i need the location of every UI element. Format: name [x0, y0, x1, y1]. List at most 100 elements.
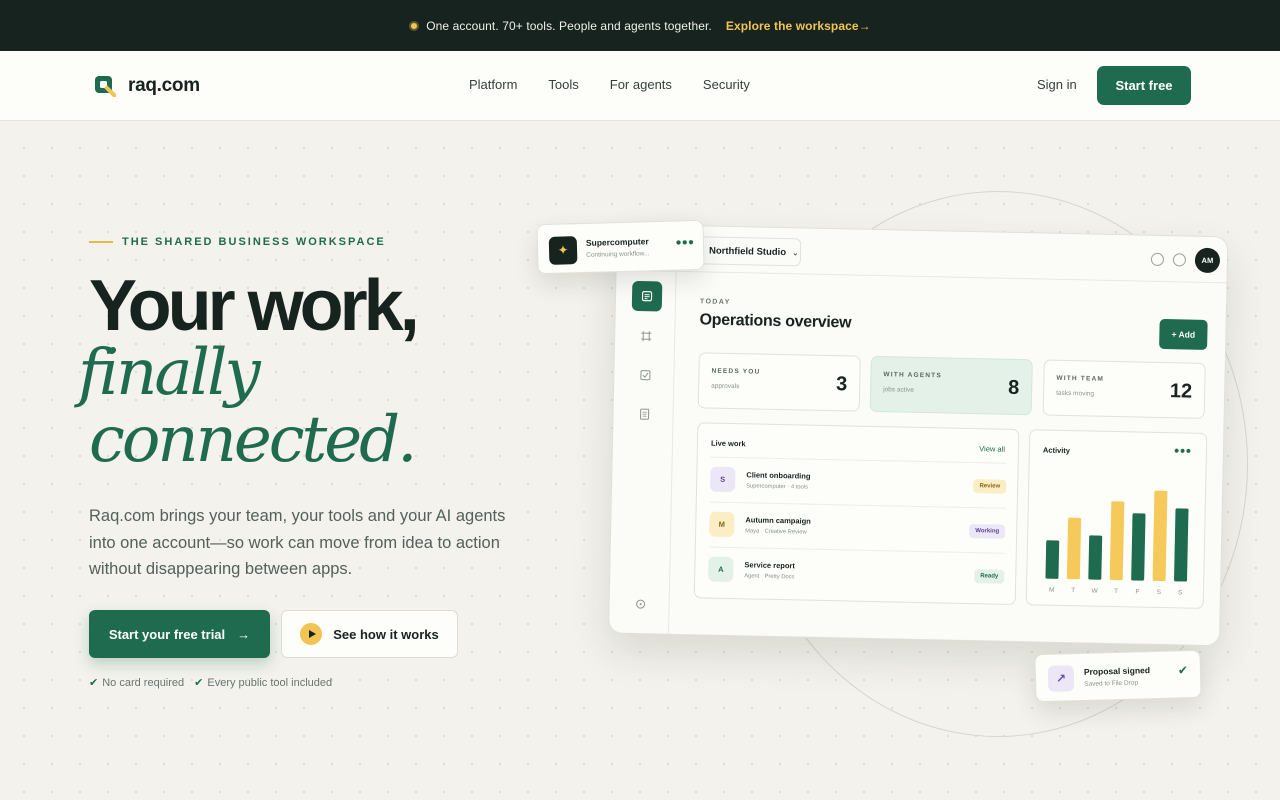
more-icon[interactable]: •••: [1174, 442, 1192, 458]
stat-label: WITH AGENTS: [883, 371, 942, 380]
raq-logo-icon: [95, 76, 116, 97]
nav-links: Platform Tools For agents Security: [469, 77, 750, 92]
sign-in-link[interactable]: Sign in: [1037, 77, 1077, 92]
live-work-panel: Live work View all S Client onboarding S…: [693, 422, 1020, 605]
nav-link-platform[interactable]: Platform: [469, 77, 517, 92]
stat-sub: approvals: [711, 382, 740, 391]
supercomputer-title: Supercomputer: [585, 236, 649, 248]
item-sub: Supercomputer · 4 tools: [746, 483, 809, 491]
stat-card-with-team[interactable]: WITH TEAM tasks moving 12: [1042, 359, 1206, 419]
stat-sub: jobs active: [883, 386, 914, 394]
item-title: Client onboarding: [746, 470, 811, 481]
mockup-title: Operations overview: [699, 311, 852, 332]
status-badge: Ready: [974, 569, 1005, 584]
hero-eyebrow: THE SHARED BUSINESS WORKSPACE: [89, 236, 386, 248]
chart-bar: [1174, 508, 1189, 582]
announcement-bar: One account. 70+ tools. People and agent…: [0, 0, 1280, 51]
nav-link-for-agents[interactable]: For agents: [610, 77, 672, 92]
brand-link[interactable]: raq.com: [94, 75, 200, 97]
list-item[interactable]: M Autumn campaign Maya · Creative Review…: [708, 501, 1006, 553]
start-free-trial-button[interactable]: Start your free trial →: [89, 610, 270, 658]
stat-value: 8: [1007, 376, 1020, 400]
announcement-dot-icon: [409, 20, 420, 31]
explore-workspace-link[interactable]: Explore the workspace→: [726, 19, 871, 33]
proposal-sub: Saved to File Drop: [1084, 679, 1139, 688]
item-title: Autumn campaign: [745, 515, 811, 526]
nav-link-tools[interactable]: Tools: [548, 77, 578, 92]
hero-checks: ✔ No card required ✔ Every public tool inc…: [89, 676, 332, 689]
nav-link-security[interactable]: Security: [703, 77, 750, 92]
list-item[interactable]: A Service report Agent · Pretty Docs Rea…: [707, 546, 1005, 598]
status-badge: Review: [973, 479, 1007, 494]
check-icon: ✔: [1177, 663, 1189, 678]
see-how-it-works-button[interactable]: See how it works: [281, 610, 458, 658]
mockup-sidebar: [608, 270, 677, 636]
stat-sub: tasks moving: [1056, 389, 1095, 398]
announcement-text: One account. 70+ tools. People and agent…: [426, 18, 712, 33]
chart-bar: [1088, 535, 1103, 580]
item-sub: Agent · Pretty Docs: [744, 573, 795, 581]
item-initial: M: [709, 511, 735, 538]
add-button[interactable]: + Add: [1159, 318, 1208, 350]
dashboard-window: Northfield Studio ⌄ AM TODAY Operations …: [607, 223, 1229, 647]
supercomputer-card[interactable]: ✦ Supercomputer Continuing workflow... •…: [536, 219, 705, 275]
sidebar-settings-icon[interactable]: [625, 589, 656, 620]
chevron-down-icon: ⌄: [791, 247, 799, 257]
live-work-title: Live work: [710, 438, 746, 449]
check-item: ✔ No card required: [89, 677, 185, 689]
chart-bar: [1066, 517, 1082, 580]
avatar[interactable]: AM: [1194, 247, 1221, 274]
stat-value: 12: [1169, 380, 1193, 403]
chart-bar: [1109, 501, 1125, 581]
proposal-signed-card[interactable]: ↗ Proposal signed Saved to File Drop ✔: [1034, 649, 1202, 703]
status-badge: Working: [969, 524, 1006, 539]
status-circle-icon[interactable]: [1150, 252, 1165, 267]
brand-name: raq.com: [128, 75, 200, 96]
chart-tick-label: S: [1157, 589, 1162, 596]
start-free-button[interactable]: Start free: [1097, 66, 1191, 105]
more-icon[interactable]: •••: [676, 234, 695, 251]
stat-label: WITH TEAM: [1056, 374, 1105, 383]
activity-chart: MTWTFSS: [1045, 490, 1189, 596]
start-free-trial-label: Start your free trial: [108, 626, 226, 642]
sidebar-doc-icon[interactable]: [631, 280, 663, 312]
eyebrow-line: [89, 241, 113, 243]
sidebar-file-icon[interactable]: [629, 399, 660, 430]
hero-headline: Your work,: [89, 266, 420, 346]
chart-tick-label: F: [1135, 589, 1139, 596]
mockup-eyebrow: TODAY: [699, 298, 731, 306]
chart-bar: [1152, 490, 1168, 582]
hero-headline-italic-1: finally: [78, 336, 261, 410]
list-item[interactable]: S Client onboarding Supercomputer · 4 to…: [709, 456, 1007, 508]
chart-tick-label: S: [1178, 589, 1183, 596]
item-initial: S: [709, 466, 736, 493]
sidebar-frame-icon[interactable]: [631, 321, 662, 352]
item-sub: Maya · Creative Review: [745, 528, 807, 536]
stat-value: 3: [835, 373, 848, 396]
play-icon: [300, 623, 323, 645]
sparkle-icon: ✦: [548, 236, 578, 265]
workspace-name: Northfield Studio: [708, 244, 787, 258]
hero-headline-italic-2: connected.: [89, 403, 417, 477]
chart-bar: [1045, 540, 1060, 579]
top-nav: raq.com Platform Tools For agents Securi…: [0, 51, 1280, 121]
arrow-up-right-icon: ↗: [1047, 665, 1075, 692]
item-title: Service report: [744, 560, 795, 571]
chart-tick-label: T: [1071, 587, 1075, 594]
activity-title: Activity: [1042, 445, 1071, 456]
chart-tick-label: M: [1049, 587, 1055, 594]
stat-label: NEEDS YOU: [711, 367, 761, 376]
chart-tick-label: W: [1091, 588, 1098, 595]
status-circle-icon[interactable]: [1172, 253, 1187, 267]
stat-card-with-agents[interactable]: WITH AGENTS jobs active 8: [869, 355, 1033, 416]
item-initial: A: [708, 556, 734, 583]
sidebar-check-icon[interactable]: [630, 360, 661, 391]
see-how-it-works-label: See how it works: [333, 626, 439, 642]
eyebrow-text: THE SHARED BUSINESS WORKSPACE: [122, 236, 386, 248]
view-all-link[interactable]: View all: [979, 444, 1005, 454]
stat-card-needs-you[interactable]: NEEDS YOU approvals 3: [697, 352, 861, 412]
check-item: ✔ Every public tool included: [194, 677, 333, 689]
supercomputer-sub: Continuing workflow...: [586, 250, 650, 259]
arrow-right-icon: →: [237, 626, 251, 642]
check-icon: ✔: [194, 677, 204, 689]
